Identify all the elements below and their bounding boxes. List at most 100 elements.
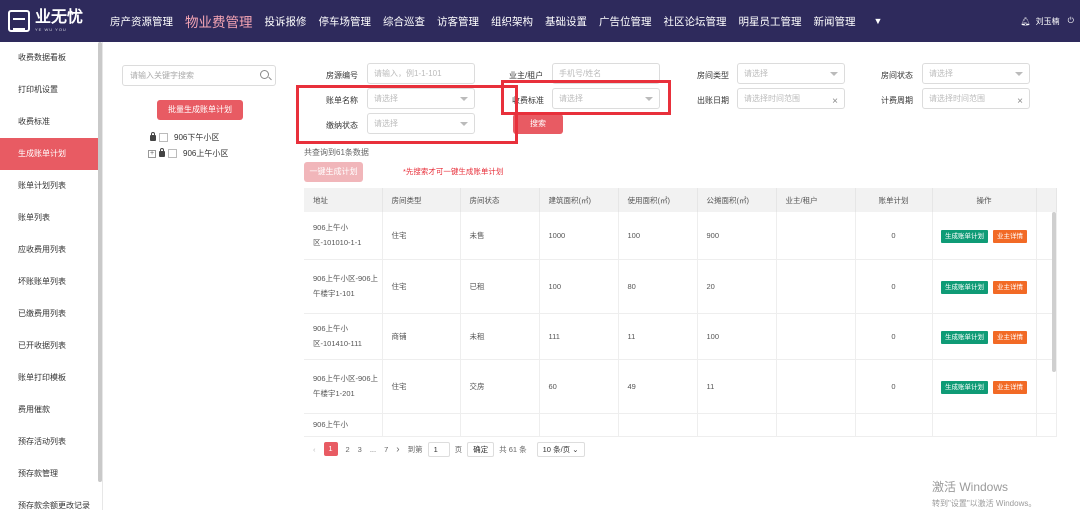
nav-item-organization[interactable]: 组织架构 [491, 14, 533, 29]
generate-plan-button[interactable]: 生成账单计划 [941, 380, 988, 394]
expand-icon[interactable]: + [148, 149, 156, 158]
total-count: 共 61 条 [499, 444, 527, 454]
goto-confirm-button[interactable]: 确定 [467, 441, 495, 457]
fee-standard-select[interactable]: 请选择 [552, 88, 660, 109]
nav-item-parking[interactable]: 停车场管理 [319, 14, 372, 29]
cell-address: 906上午小区-101010-1-1 [304, 212, 383, 260]
tree-node-2[interactable]: + 906上午小区 [148, 147, 228, 159]
owner-input[interactable]: 手机号/姓名 [552, 63, 660, 84]
owner-detail-button[interactable]: 业主详情 [993, 330, 1027, 344]
bell-icon[interactable]: 🔔︎ [1021, 17, 1031, 26]
owner-detail-button[interactable]: 业主详情 [993, 229, 1027, 243]
table-row[interactable]: 906上午小区-101010-1-1 住宅 未售 1000 100 900 0 … [304, 212, 1057, 260]
sidebar-scrollbar[interactable] [98, 42, 102, 482]
tree-checkbox[interactable] [159, 133, 168, 142]
sidebar-item-receipts[interactable]: 已开收据列表 [0, 330, 102, 362]
nav-item-property[interactable]: 房产资源管理 [110, 14, 173, 29]
nav-item-inspection[interactable]: 综合巡查 [383, 14, 425, 29]
next-page-button[interactable]: › [396, 444, 399, 455]
billing-cycle-label: 计费周期 [881, 96, 913, 105]
goto-page-input[interactable]: 1 [427, 441, 450, 457]
bill-date-picker[interactable]: 请选择时间范围 × [737, 88, 845, 109]
power-icon[interactable]: ⏻ [1068, 16, 1074, 26]
cell-used: 11 [618, 313, 698, 360]
nav-item-forum[interactable]: 社区论坛管理 [664, 14, 727, 29]
room-type-label: 房间类型 [697, 71, 729, 80]
tree-search-placeholder: 请输入关键字搜索 [130, 71, 194, 80]
one-click-generate-button[interactable]: 一键生成计划 [304, 162, 363, 182]
cell-used: 100 [618, 212, 698, 260]
bill-name-select[interactable]: 请选择 [367, 88, 475, 109]
page-3[interactable]: 3 [358, 445, 362, 454]
table-row[interactable]: 906上午小 [304, 413, 1057, 437]
search-icon[interactable] [260, 70, 269, 79]
sidebar-item-print-template[interactable]: 账单打印模板 [0, 362, 102, 394]
page-size-select[interactable]: 10 条/页 ⌄ [536, 441, 585, 457]
nav-item-visitors[interactable]: 访客管理 [437, 14, 479, 29]
brand-logo[interactable]: 业无忧 YE WU YOU [0, 0, 100, 42]
clear-icon[interactable]: × [1017, 92, 1023, 108]
sidebar-item-prepay-activity[interactable]: 预存活动列表 [0, 426, 102, 458]
generate-plan-button[interactable]: 生成账单计划 [941, 330, 988, 344]
windows-activation-watermark: 激活 Windows 转到"设置"以激活 Windows。 [932, 478, 1036, 509]
generate-plan-button[interactable]: 生成账单计划 [941, 229, 988, 243]
generate-plan-button[interactable]: 生成账单计划 [941, 280, 988, 294]
sidebar-item-bad-debt[interactable]: 坏账账单列表 [0, 266, 102, 298]
prev-page-button[interactable]: ‹ [313, 445, 316, 454]
sidebar-item-paid-fees[interactable]: 已缴费用列表 [0, 298, 102, 330]
sidebar-item-printer-settings[interactable]: 打印机设置 [0, 74, 102, 106]
clear-icon[interactable]: × [832, 92, 838, 108]
nav-item-star-staff[interactable]: 明星员工管理 [739, 14, 802, 29]
tree-checkbox[interactable] [168, 149, 177, 158]
sidebar-item-fee-standard[interactable]: 收费标准 [0, 106, 102, 138]
sidebar-item-receivables[interactable]: 应收费用列表 [0, 234, 102, 266]
nav-item-fees[interactable]: 物业费管理 [185, 11, 253, 31]
sidebar-item-generate-bill-plan[interactable]: 生成账单计划 [0, 138, 102, 170]
owner-label: 业主/租户 [509, 71, 544, 80]
col-address: 地址 [304, 188, 383, 212]
sidebar-item-fee-dashboard[interactable]: 收费数据看板 [0, 42, 102, 74]
owner-detail-button[interactable]: 业主详情 [993, 380, 1027, 394]
sidebar-item-prepay-balance-log[interactable]: 预存款余额更改记录 [0, 490, 102, 522]
cell-built: 111 [539, 313, 619, 360]
page-ellipsis[interactable]: ... [370, 445, 376, 454]
tree-search-input[interactable]: 请输入关键字搜索 [122, 65, 276, 86]
cell-address: 906上午小区-906上午楼宇1-101 [304, 259, 383, 314]
sidebar-item-prepay-management[interactable]: 预存款管理 [0, 458, 102, 490]
room-status-select[interactable]: 请选择 [922, 63, 1030, 84]
page-2[interactable]: 2 [346, 445, 350, 454]
room-type-select[interactable]: 请选择 [737, 63, 845, 84]
page-1[interactable]: 1 [323, 442, 338, 456]
table-row[interactable]: 906上午小区-101410-111 商铺 未租 111 11 100 0 生成… [304, 313, 1057, 360]
search-button[interactable]: 搜索 [513, 114, 563, 134]
col-scroll-gutter [1036, 188, 1057, 212]
table-scrollbar[interactable] [1052, 212, 1056, 372]
nav-item-settings[interactable]: 基础设置 [545, 14, 587, 29]
sidebar-item-bill-list[interactable]: 账单列表 [0, 202, 102, 234]
room-no-input[interactable]: 请输入，例1-1-101 [367, 63, 475, 84]
owner-detail-button[interactable]: 业主详情 [993, 280, 1027, 294]
cell-status: 未售 [460, 212, 540, 260]
bill-name-placeholder: 请选择 [374, 94, 398, 103]
batch-generate-button[interactable]: 批量生成账单计划 [157, 100, 243, 120]
cell-type: 住宅 [382, 359, 461, 414]
sidebar-item-bill-plan-list[interactable]: 账单计划列表 [0, 170, 102, 202]
cell-plan: 0 [855, 259, 933, 314]
table-row[interactable]: 906上午小区-906上午楼宇1-101 住宅 已租 100 80 20 0 生… [304, 259, 1057, 314]
nav-item-ads[interactable]: 广告位管理 [599, 14, 652, 29]
table-row[interactable]: 906上午小区-906上午楼宇1-201 住宅 交房 60 49 11 0 生成… [304, 359, 1057, 414]
fee-standard-placeholder: 请选择 [559, 94, 583, 103]
user-name[interactable]: 刘玉楠 [1036, 16, 1060, 27]
billing-cycle-picker[interactable]: 请选择时间范围 × [922, 88, 1030, 109]
result-count: 共查询到61条数据 [304, 148, 369, 157]
nav-item-news[interactable]: 新闻管理 [814, 14, 856, 29]
page-7[interactable]: 7 [384, 445, 388, 454]
cell-type: 商铺 [382, 313, 461, 360]
chevron-down-icon [645, 97, 653, 101]
caret-down-icon[interactable]: ▼ [874, 16, 883, 26]
payment-status-select[interactable]: 请选择 [367, 113, 475, 134]
sidebar-item-dunning[interactable]: 费用催款 [0, 394, 102, 426]
nav-item-complaints[interactable]: 投诉报修 [265, 14, 307, 29]
cell-plan: 0 [855, 212, 933, 260]
tree-node-1[interactable]: 906下午小区 [150, 131, 219, 143]
